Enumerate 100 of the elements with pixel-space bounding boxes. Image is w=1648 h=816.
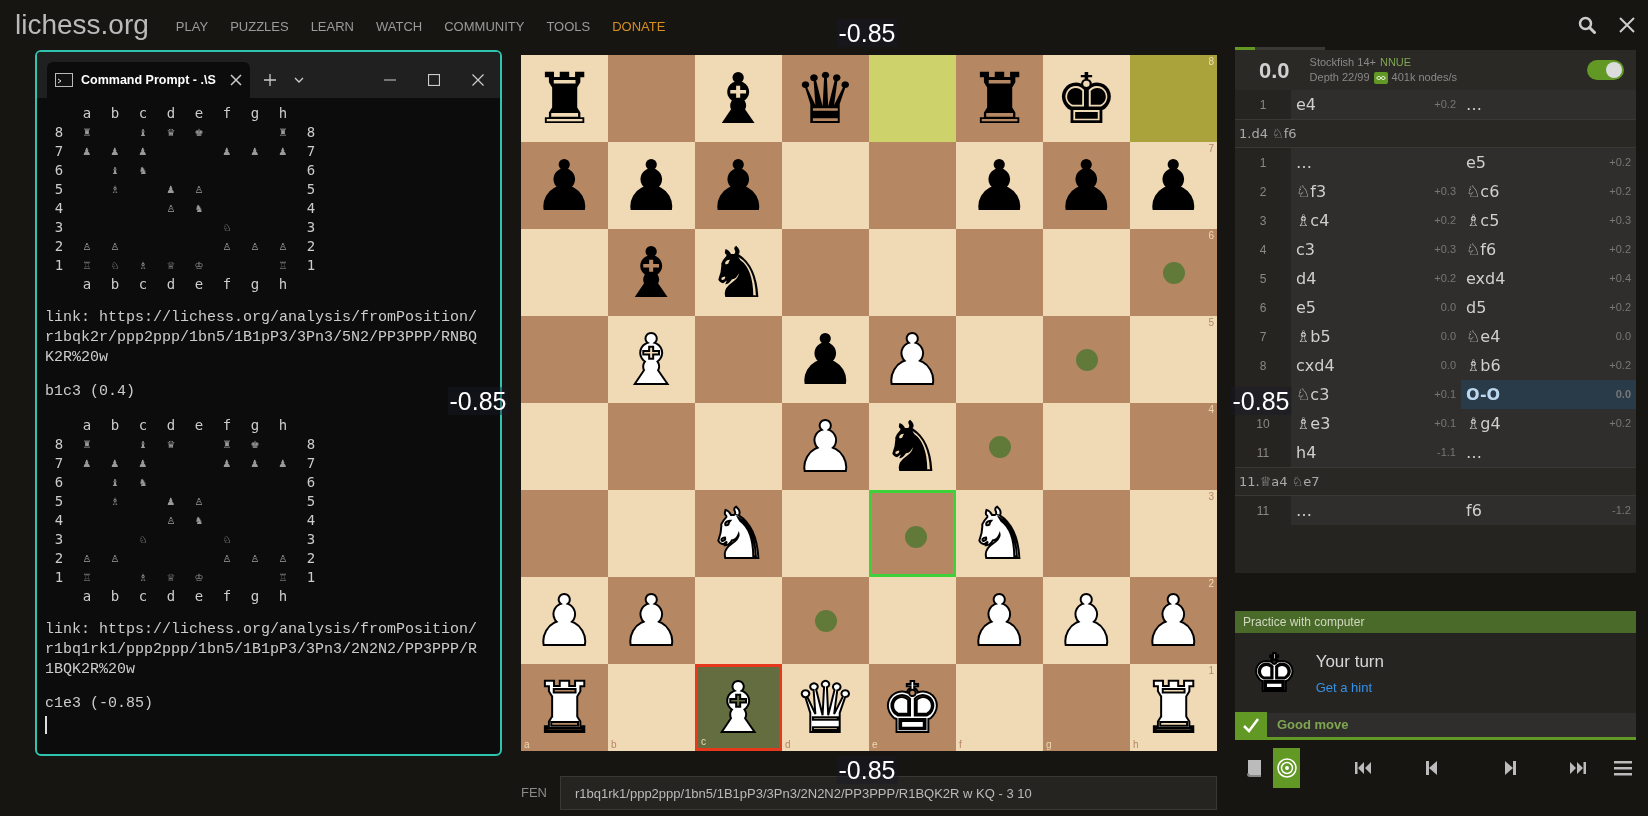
board-square[interactable]	[608, 490, 695, 577]
board-square[interactable]	[782, 142, 869, 229]
chess-piece[interactable]: ♟	[707, 147, 770, 224]
terminal-icon[interactable]	[55, 73, 73, 87]
board-square[interactable]: ♛	[782, 55, 869, 142]
move-cell[interactable]: cxd4 0.0	[1291, 351, 1461, 380]
chess-piece[interactable]: ♚	[1055, 60, 1118, 137]
chess-piece[interactable]: ♜	[968, 60, 1031, 137]
move-cell[interactable]: d4 +0.2	[1291, 264, 1461, 293]
move-cell[interactable]: ♗b6 +0.2	[1461, 351, 1636, 380]
move-cell[interactable]: d5 +0.2	[1461, 293, 1636, 322]
board-square[interactable]	[1043, 316, 1130, 403]
board-square[interactable]: ♝	[608, 229, 695, 316]
move-cell[interactable]: ♗e3 +0.1	[1291, 409, 1461, 438]
chevron-down-icon[interactable]	[294, 77, 304, 83]
board-square[interactable]	[1043, 490, 1130, 577]
chess-piece[interactable]: ♜	[533, 60, 596, 137]
chess-piece[interactable]: ♟	[533, 147, 596, 224]
board-square[interactable]: ♜	[956, 55, 1043, 142]
nav-link[interactable]: LEARN	[310, 17, 354, 37]
cross-icon[interactable]	[1618, 16, 1636, 34]
board-square[interactable]	[782, 229, 869, 316]
board-square[interactable]	[1043, 229, 1130, 316]
move-cell[interactable]: ♗c5 +0.3	[1461, 206, 1636, 235]
move-cell[interactable]: ♘c6 +0.2	[1461, 177, 1636, 206]
move-cell[interactable]: ♘f3 +0.3	[1291, 177, 1461, 206]
board-square[interactable]: ♟	[608, 142, 695, 229]
chess-piece[interactable]: ♞	[707, 234, 770, 311]
chess-piece[interactable]: ♟	[1055, 147, 1118, 224]
board-square[interactable]	[521, 490, 608, 577]
search-icon[interactable]	[1578, 16, 1596, 34]
maximize-icon[interactable]	[428, 74, 440, 86]
variation-line[interactable]: 1.d4 ♘f6	[1239, 123, 1297, 144]
close-icon[interactable]	[230, 74, 242, 86]
board-square[interactable]	[956, 229, 1043, 316]
plus-icon[interactable]	[264, 74, 276, 86]
move-cell[interactable]: h4 -1.1	[1291, 438, 1461, 467]
board-square[interactable]: ♜	[521, 55, 608, 142]
board-square[interactable]	[521, 403, 608, 490]
move-cell[interactable]: O-O 0.0	[1461, 380, 1636, 409]
infinity-icon[interactable]	[1373, 71, 1388, 84]
engine-toggle[interactable]	[1587, 60, 1624, 80]
close-icon[interactable]	[472, 74, 484, 86]
chess-piece[interactable]: ♝	[620, 234, 683, 311]
board-square[interactable]: ♞	[869, 403, 956, 490]
move-cell[interactable]: c3 +0.3	[1291, 235, 1461, 264]
chess-piece[interactable]: ♝	[707, 60, 770, 137]
board-square[interactable]	[869, 142, 956, 229]
board-square[interactable]: ♟	[1043, 142, 1130, 229]
board-square[interactable]: ♟	[695, 142, 782, 229]
board-square[interactable]	[956, 403, 1043, 490]
move-cell[interactable]: ♘c3 +0.1	[1291, 380, 1461, 409]
board-square[interactable]	[869, 577, 956, 664]
chess-piece[interactable]: ♟	[968, 147, 1031, 224]
board-square[interactable]	[869, 229, 956, 316]
board-square[interactable]	[608, 55, 695, 142]
board-square[interactable]	[1043, 403, 1130, 490]
nav-link[interactable]: WATCH	[376, 17, 423, 37]
move-cell[interactable]: e5 +0.2	[1461, 148, 1636, 177]
board-square[interactable]: ♟	[956, 142, 1043, 229]
move-cell[interactable]: …	[1461, 438, 1636, 467]
site-logo[interactable]: lichess.org	[15, 4, 149, 46]
board-square[interactable]	[956, 316, 1043, 403]
chess-piece[interactable]: ♝	[707, 669, 770, 746]
board-square[interactable]	[869, 490, 956, 577]
board-square[interactable]: ♟	[521, 142, 608, 229]
board-square[interactable]	[695, 316, 782, 403]
nav-link[interactable]: TOOLS	[546, 17, 591, 37]
move-cell[interactable]: ♗c4 +0.2	[1291, 206, 1461, 235]
board-square[interactable]: ♚	[1043, 55, 1130, 142]
board-square[interactable]	[695, 577, 782, 664]
nav-link[interactable]: PUZZLES	[230, 17, 289, 37]
board-square[interactable]	[608, 403, 695, 490]
terminal-tab[interactable]: Command Prompt - .\S	[47, 62, 250, 98]
board-square[interactable]	[782, 577, 869, 664]
variation-line[interactable]: 11.♕a4 ♘e7	[1239, 471, 1320, 492]
board-square[interactable]	[782, 490, 869, 577]
move-cell[interactable]: …	[1291, 148, 1461, 177]
move-cell[interactable]: …	[1461, 90, 1636, 119]
board-square[interactable]: ♝	[695, 55, 782, 142]
board-square[interactable]	[869, 55, 956, 142]
board-square[interactable]: ♞	[695, 229, 782, 316]
chess-piece[interactable]: ♛	[794, 60, 857, 137]
nav-link[interactable]: COMMUNITY	[444, 17, 525, 37]
chess-piece[interactable]: ♟	[620, 147, 683, 224]
move-cell[interactable]: ♘f6 +0.2	[1461, 235, 1636, 264]
move-cell[interactable]: ♗b5 0.0	[1291, 322, 1461, 351]
nav-link[interactable]: DONATE	[612, 17, 666, 37]
move-cell[interactable]: e5 0.0	[1291, 293, 1461, 322]
practice-button[interactable]	[1273, 748, 1300, 788]
move-cell[interactable]: exd4 +0.4	[1461, 264, 1636, 293]
chess-piece[interactable]: ♟	[794, 321, 857, 398]
check-icon[interactable]	[1235, 711, 1267, 739]
move-cell[interactable]: e4 +0.2	[1291, 90, 1461, 119]
board-square[interactable]: ♟	[782, 316, 869, 403]
move-cell[interactable]: …	[1291, 496, 1461, 525]
chess-piece[interactable]: ♞	[881, 408, 944, 485]
move-cell[interactable]: ♘e4 0.0	[1461, 322, 1636, 351]
board-square[interactable]	[695, 403, 782, 490]
nav-link[interactable]: PLAY	[175, 17, 209, 37]
